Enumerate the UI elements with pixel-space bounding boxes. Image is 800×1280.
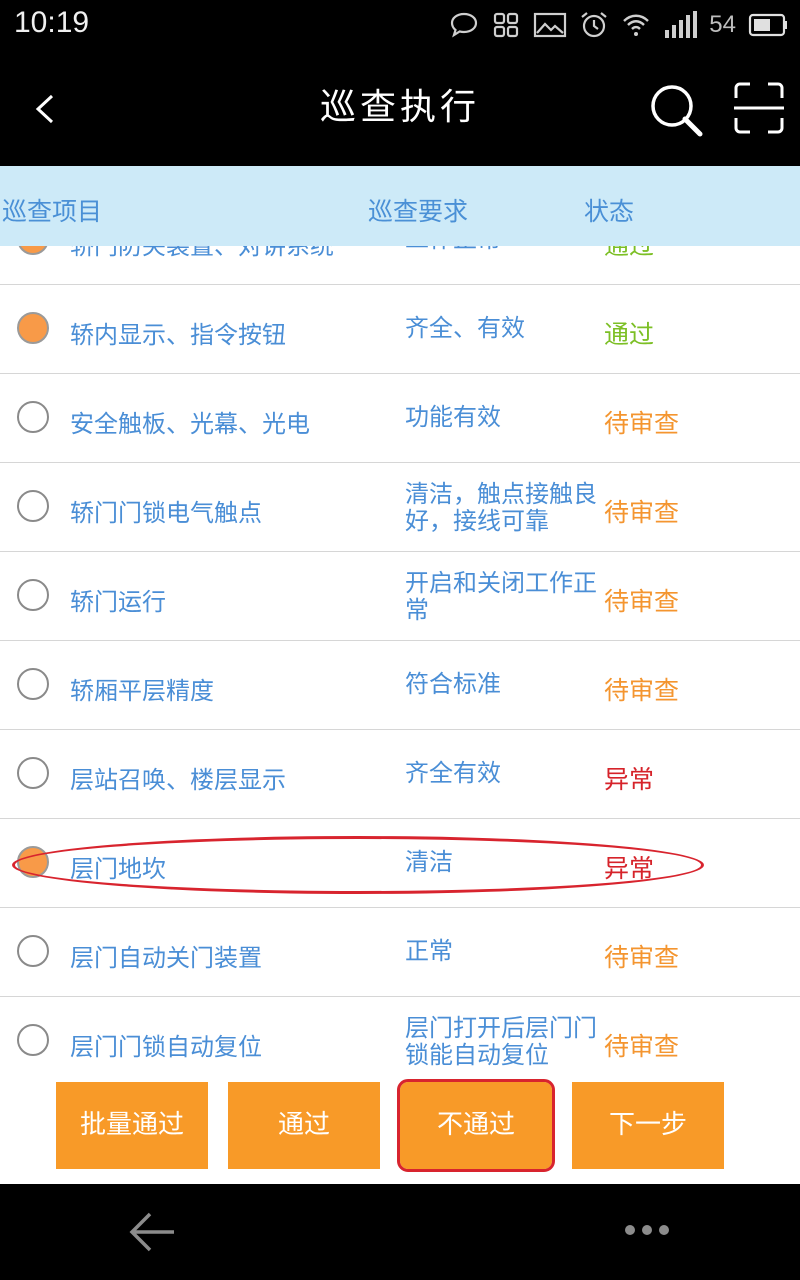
item-name: 层门地坎 <box>70 855 166 883</box>
item-requirement: 齐全、有效 <box>405 314 525 342</box>
column-header: 巡查项目 巡查要求 状态 <box>0 166 800 246</box>
item-requirement: 层门打开后层门门锁能自动复位 <box>405 1014 597 1069</box>
list-item[interactable]: 轿门运行 开启和关闭工作正常 待审查 <box>0 552 800 641</box>
status-badge: 待审查 <box>604 1032 680 1061</box>
item-requirement: 齐全有效 <box>405 759 501 787</box>
radio-checked[interactable] <box>17 846 49 878</box>
column-status: 状态 <box>584 197 635 226</box>
signal-icon <box>665 11 698 38</box>
alarm-icon <box>581 12 607 38</box>
item-requirement: 功能有效 <box>405 403 501 431</box>
chat-icon <box>451 12 478 38</box>
column-item: 巡查项目 <box>2 197 103 226</box>
status-badge: 待审查 <box>604 943 680 972</box>
item-name: 轿内显示、指令按钮 <box>70 321 286 349</box>
item-name: 层门门锁自动复位 <box>70 1033 262 1061</box>
status-badge: 异常 <box>604 854 655 883</box>
item-requirement: 清洁 <box>405 848 453 876</box>
status-badge: 待审查 <box>604 498 680 527</box>
radio-unchecked[interactable] <box>17 757 49 789</box>
status-badge: 待审查 <box>604 587 680 616</box>
item-requirement: 清洁，触点接触良好，接线可靠 <box>405 480 597 535</box>
batch-pass-button[interactable]: 批量通过 <box>56 1082 208 1169</box>
arrow-left-icon[interactable] <box>128 1210 176 1254</box>
radio-unchecked[interactable] <box>17 668 49 700</box>
radio-unchecked[interactable] <box>17 935 49 967</box>
item-name: 层站召唤、楼层显示 <box>70 766 286 794</box>
item-name: 轿厢平层精度 <box>70 677 214 705</box>
title-bar: 巡查执行 <box>0 50 800 166</box>
item-name: 层门自动关门装置 <box>70 944 262 972</box>
radio-unchecked[interactable] <box>17 1024 49 1056</box>
list-item[interactable]: 层站召唤、楼层显示 齐全有效 异常 <box>0 730 800 819</box>
pass-button[interactable]: 通过 <box>228 1082 380 1169</box>
list-item[interactable]: 轿门门锁电气触点 清洁，触点接触良好，接线可靠 待审查 <box>0 463 800 552</box>
status-badge: 待审查 <box>604 676 680 705</box>
item-requirement: 开启和关闭工作正常 <box>405 569 597 624</box>
radio-checked[interactable] <box>17 312 49 344</box>
next-step-button[interactable]: 下一步 <box>572 1082 724 1169</box>
radio-unchecked[interactable] <box>17 490 49 522</box>
list-item[interactable]: 层门自动关门装置 正常 待审查 <box>0 908 800 997</box>
clock: 10:19 <box>14 6 90 39</box>
item-requirement: 正常 <box>405 937 453 965</box>
fail-button[interactable]: 不通过 <box>397 1079 555 1172</box>
image-icon <box>534 12 567 38</box>
radio-unchecked[interactable] <box>17 401 49 433</box>
action-bar: 批量通过 通过 不通过 下一步 <box>0 1079 800 1182</box>
status-badge: 通过 <box>604 320 655 349</box>
list-item[interactable]: 层门地坎 清洁 异常 <box>0 819 800 908</box>
item-name: 安全触板、光幕、光电 <box>70 410 310 438</box>
list-item[interactable]: 轿内显示、指令按钮 齐全、有效 通过 <box>0 285 800 374</box>
item-name: 轿门运行 <box>70 588 166 616</box>
battery-icon <box>748 13 787 37</box>
scan-icon[interactable] <box>732 80 786 136</box>
status-badge: 异常 <box>604 765 655 794</box>
column-requirement: 巡查要求 <box>368 197 469 226</box>
battery-level: 54 <box>709 11 736 38</box>
search-icon[interactable] <box>648 82 704 138</box>
list-item[interactable]: 层门门锁自动复位 层门打开后层门门锁能自动复位 待审查 <box>0 997 800 1082</box>
item-name: 轿门门锁电气触点 <box>70 499 262 527</box>
wifi-icon <box>623 14 650 36</box>
qr-app-icon <box>494 12 519 38</box>
more-dots-icon[interactable] <box>624 1222 670 1238</box>
item-requirement: 符合标准 <box>405 670 501 698</box>
inspection-list[interactable]: 轿门防夹装置、对讲系统 工作正常 通过 轿内显示、指令按钮 齐全、有效 通过 安… <box>0 196 800 1082</box>
status-badge: 待审查 <box>604 409 680 438</box>
list-item[interactable]: 安全触板、光幕、光电 功能有效 待审查 <box>0 374 800 463</box>
list-item[interactable]: 轿厢平层精度 符合标准 待审查 <box>0 641 800 730</box>
radio-unchecked[interactable] <box>17 579 49 611</box>
status-icons: 54 <box>449 8 788 42</box>
system-nav-bar <box>0 1184 800 1280</box>
status-bar: 10:19 54 <box>0 0 800 50</box>
